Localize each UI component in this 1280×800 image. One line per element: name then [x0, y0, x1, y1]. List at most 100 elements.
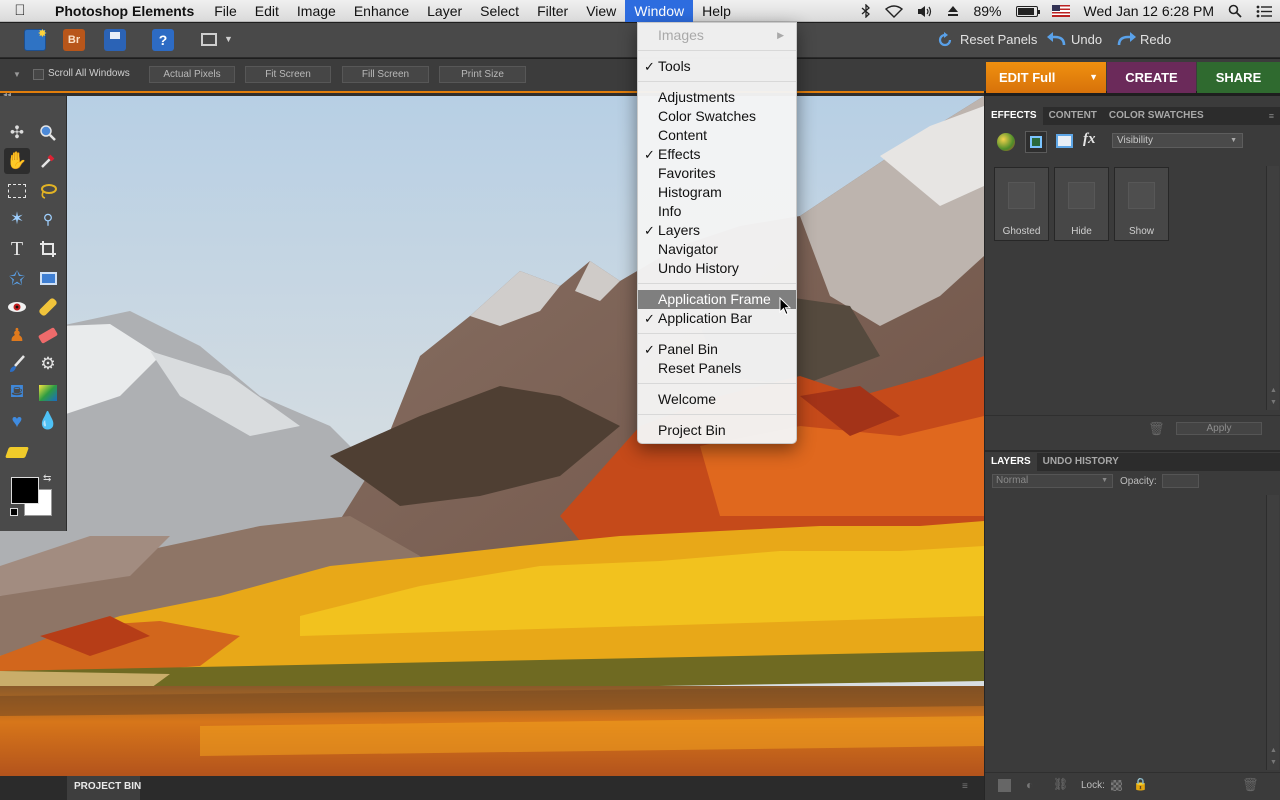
menu-item-navigator[interactable]: Navigator	[638, 240, 796, 259]
filters-category-icon[interactable]	[997, 133, 1015, 151]
opacity-field[interactable]	[1162, 474, 1199, 488]
menu-item-project-bin[interactable]: Project Bin	[638, 421, 796, 440]
custom-shape-icon[interactable]: ♥	[4, 408, 30, 434]
menu-item-welcome[interactable]: Welcome	[638, 390, 796, 409]
bluetooth-icon[interactable]	[861, 4, 871, 18]
zoom-tool-icon[interactable]	[35, 120, 61, 146]
image-canvas[interactable]	[0, 96, 984, 776]
menu-item-layers[interactable]: ✓ Layers	[638, 221, 796, 240]
show-all-fx-icon[interactable]: fx	[1083, 131, 1103, 151]
menu-item-content[interactable]: Content	[638, 126, 796, 145]
blur-tool-icon[interactable]: 💧	[35, 408, 61, 434]
options-menu-chevron-icon[interactable]: ▼	[13, 70, 21, 79]
fill-screen-button[interactable]: Fill Screen	[342, 66, 429, 83]
lasso-tool-icon[interactable]	[35, 178, 61, 204]
menu-select[interactable]: Select	[471, 0, 528, 22]
lock-all-icon[interactable]: 🔒	[1133, 777, 1148, 791]
eraser-tool-icon[interactable]	[35, 322, 61, 348]
default-colors-icon[interactable]	[10, 508, 18, 516]
layers-list[interactable]	[985, 495, 1266, 770]
panel-menu-icon[interactable]: ≡	[1269, 111, 1274, 121]
scroll-up-icon[interactable]: ▲	[1270, 387, 1277, 394]
menu-item-application-frame[interactable]: Application Frame	[638, 290, 796, 309]
scroll-all-windows-checkbox[interactable]	[33, 69, 44, 80]
hand-tool-icon[interactable]: ✋	[4, 148, 30, 174]
menu-item-reset-panels[interactable]: Reset Panels	[638, 359, 796, 378]
foreground-color-swatch-front[interactable]	[11, 477, 39, 504]
menu-layer[interactable]: Layer	[418, 0, 471, 22]
bridge-br-icon[interactable]: Br	[63, 29, 85, 51]
lock-transparency-icon[interactable]	[1111, 780, 1122, 791]
magic-wand-icon[interactable]: ✶	[4, 206, 30, 232]
apple-icon[interactable]: 	[0, 2, 40, 19]
rectangular-marquee-icon[interactable]	[4, 178, 30, 204]
menu-filter[interactable]: Filter	[528, 0, 577, 22]
move-tool-icon[interactable]: ✣	[4, 120, 30, 146]
clone-stamp-icon[interactable]: ♟	[4, 322, 30, 348]
healing-brush-icon[interactable]	[35, 294, 61, 320]
eject-icon[interactable]	[947, 5, 959, 17]
undo-icon[interactable]	[1046, 32, 1068, 48]
red-eye-tool-icon[interactable]	[4, 294, 30, 320]
notification-center-icon[interactable]	[1256, 5, 1272, 18]
new-layer-icon[interactable]	[998, 779, 1011, 792]
delete-layer-icon[interactable]: 🗑	[1242, 777, 1259, 793]
share-tab[interactable]: SHARE	[1197, 62, 1280, 93]
trash-icon[interactable]: 🗑	[1148, 421, 1165, 437]
paint-bucket-icon[interactable]: ⛾	[4, 380, 30, 406]
project-bin[interactable]: PROJECT BIN ≡	[0, 776, 984, 800]
reset-panels-icon[interactable]	[936, 31, 954, 49]
menu-view[interactable]: View	[577, 0, 625, 22]
brush-tool-icon[interactable]	[4, 351, 30, 377]
tab-layers[interactable]: LAYERS	[985, 453, 1037, 471]
type-tool-icon[interactable]: T	[4, 236, 30, 262]
menu-item-tools[interactable]: ✓ Tools	[638, 57, 796, 76]
menu-file[interactable]: File	[205, 0, 246, 22]
menu-item-panel-bin[interactable]: ✓ Panel Bin	[638, 340, 796, 359]
menu-image[interactable]: Image	[288, 0, 345, 22]
menu-item-favorites[interactable]: Favorites	[638, 164, 796, 183]
menu-enhance[interactable]: Enhance	[345, 0, 418, 22]
layer-styles-category-icon[interactable]	[1025, 131, 1047, 153]
link-layers-icon[interactable]: ⛓	[1053, 777, 1068, 791]
menu-item-histogram[interactable]: Histogram	[638, 183, 796, 202]
clock[interactable]: Wed Jan 12 6:28 PM	[1084, 3, 1214, 19]
reset-panels-button[interactable]: Reset Panels	[960, 32, 1037, 47]
quick-selection-icon[interactable]: ⚲	[35, 206, 61, 232]
menu-item-color-swatches[interactable]: Color Swatches	[638, 107, 796, 126]
undo-button[interactable]: Undo	[1071, 32, 1102, 47]
new-file-icon[interactable]: ✸	[24, 28, 47, 51]
swap-colors-icon[interactable]: ⇆	[43, 473, 51, 484]
effect-thumb-hide[interactable]: Hide	[1054, 167, 1109, 241]
actual-pixels-button[interactable]: Actual Pixels	[149, 66, 235, 83]
menu-item-info[interactable]: Info	[638, 202, 796, 221]
edit-full-tab[interactable]: EDIT Full ▼	[986, 62, 1106, 93]
input-source-flag-icon[interactable]	[1051, 5, 1070, 17]
redo-icon[interactable]	[1115, 32, 1137, 48]
effects-filter-select[interactable]: Visibility ▼	[1112, 133, 1243, 148]
tab-content[interactable]: CONTENT	[1043, 107, 1103, 125]
create-tab[interactable]: CREATE	[1107, 62, 1196, 93]
effect-thumb-show[interactable]: Show	[1114, 167, 1169, 241]
scroll-down-icon[interactable]: ▼	[1270, 399, 1277, 406]
redo-button[interactable]: Redo	[1140, 32, 1171, 47]
scroll-down-icon[interactable]: ▼	[1270, 759, 1277, 766]
chevron-down-icon[interactable]: ▼	[1089, 62, 1098, 93]
smart-brush-icon[interactable]: ⚙	[35, 351, 61, 377]
gradient-tool-icon[interactable]	[35, 380, 61, 406]
menu-window[interactable]: Window	[625, 0, 694, 22]
photo-effects-category-icon[interactable]	[1056, 134, 1073, 148]
scroll-up-icon[interactable]: ▲	[1270, 747, 1277, 754]
menu-item-effects[interactable]: ✓ Effects	[638, 145, 796, 164]
menu-item-adjustments[interactable]: Adjustments	[638, 88, 796, 107]
tab-effects[interactable]: EFFECTS	[985, 107, 1043, 125]
menu-edit[interactable]: Edit	[246, 0, 288, 22]
fit-screen-button[interactable]: Fit Screen	[245, 66, 331, 83]
project-bin-menu-icon[interactable]: ≡	[962, 781, 968, 792]
cookie-cutter-icon[interactable]: ✩	[4, 265, 30, 291]
menu-item-undo-history[interactable]: Undo History	[638, 259, 796, 278]
straighten-tool-icon[interactable]	[35, 265, 61, 291]
volume-icon[interactable]	[917, 5, 933, 18]
effects-scrollbar[interactable]: ▲ ▼	[1266, 166, 1279, 410]
help-icon[interactable]: ?	[152, 29, 174, 51]
